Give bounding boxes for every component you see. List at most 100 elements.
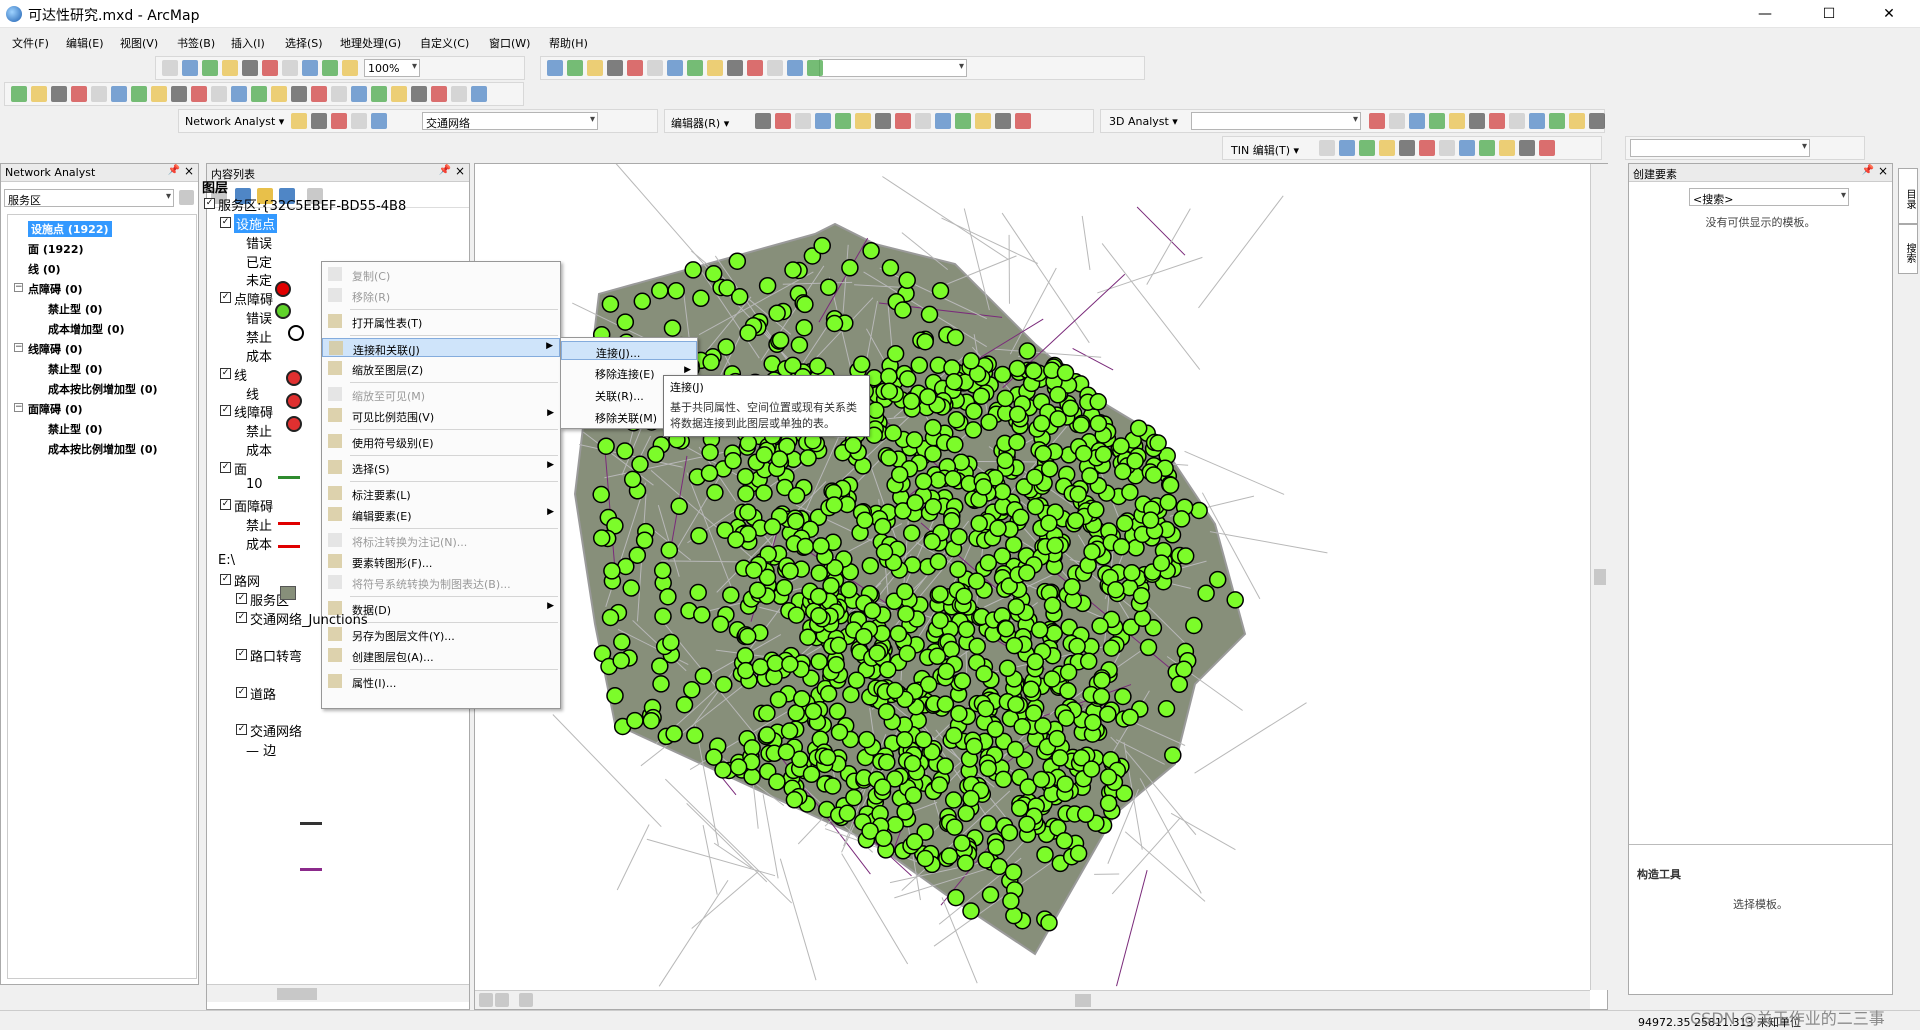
toc-layer-label[interactable]: 禁止	[246, 421, 272, 440]
toolbar-tool-icon[interactable]	[162, 60, 178, 76]
menu-3[interactable]: 书签(B)	[177, 35, 215, 51]
layer-visibility-checkbox[interactable]: ✓	[236, 724, 247, 735]
toc-layer-label[interactable]: 禁止	[246, 515, 272, 534]
layer-visibility-checkbox[interactable]: ✓	[236, 687, 247, 698]
layer-visibility-checkbox[interactable]: ✓	[220, 292, 231, 303]
context-menu-item[interactable]: 创建图层包(A)...	[322, 646, 560, 665]
toolbar-tool-icon[interactable]	[1319, 140, 1335, 156]
3d-layer-combo[interactable]	[1191, 112, 1361, 130]
context-menu-item[interactable]: 编辑要素(E) ▶	[322, 505, 560, 524]
toolbar-tool-icon[interactable]	[202, 60, 218, 76]
toolbar-tool-icon[interactable]	[915, 113, 931, 129]
toc-layer-label[interactable]: 已定	[246, 252, 272, 271]
toolbar-tool-icon[interactable]	[222, 60, 238, 76]
toolbar-tool-icon[interactable]	[1399, 140, 1415, 156]
toolbar-tool-icon[interactable]	[775, 113, 791, 129]
zoom-percent-combo[interactable]: 100%	[364, 59, 420, 77]
toolbar-tool-icon[interactable]	[262, 60, 278, 76]
context-menu-item[interactable]: 连接和关联(J) ▶	[322, 338, 560, 357]
layer-visibility-checkbox[interactable]: ✓	[220, 217, 231, 228]
toc-layer-label[interactable]: 道路	[250, 684, 276, 703]
pin-icon[interactable]: 📌	[1862, 165, 1874, 176]
toolbar-tool-icon[interactable]	[707, 60, 723, 76]
toolbar-tool-icon[interactable]	[151, 86, 167, 102]
toolbar-tool-icon[interactable]	[547, 60, 563, 76]
expander-icon[interactable]: −	[14, 283, 23, 292]
na-properties-icon[interactable]	[179, 190, 194, 205]
map-vscrollbar[interactable]	[1590, 164, 1608, 990]
toolbar-tool-icon[interactable]	[667, 60, 683, 76]
menu-1[interactable]: 编辑(E)	[66, 35, 104, 51]
toc-layer-label[interactable]: 成本	[246, 440, 272, 459]
toc-layer-label[interactable]: 路口转弯	[250, 646, 302, 665]
toolbar-tool-icon[interactable]	[1439, 140, 1455, 156]
na-item[interactable]: 成本按比例增加型 (0)	[48, 441, 158, 457]
context-menu-item[interactable]: 标注要素(L)	[322, 484, 560, 503]
menu-7[interactable]: 自定义(C)	[420, 35, 469, 51]
na-item[interactable]: 成本按比例增加型 (0)	[48, 381, 158, 397]
toc-layer-label[interactable]: 成本	[246, 346, 272, 365]
toolbar-tool-icon[interactable]	[1589, 113, 1605, 129]
toolbar-tool-icon[interactable]	[875, 113, 891, 129]
toolbar-tool-icon[interactable]	[411, 86, 427, 102]
toolbar-tool-icon[interactable]	[1339, 140, 1355, 156]
toolbar-tool-icon[interactable]	[282, 60, 298, 76]
menu-9[interactable]: 帮助(H)	[549, 35, 588, 51]
toolbar-tool-icon[interactable]	[31, 86, 47, 102]
toc-layer-label[interactable]: 图层	[202, 177, 228, 196]
toolbar-tool-icon[interactable]	[371, 86, 387, 102]
close-icon[interactable]: ×	[1878, 164, 1888, 178]
toolbar-tool-icon[interactable]	[311, 113, 327, 129]
context-menu-item[interactable]: 缩放至图层(Z)	[322, 359, 560, 378]
na-item[interactable]: 成本增加型 (0)	[48, 321, 125, 337]
toc-layer-label[interactable]: 错误	[246, 233, 272, 252]
toolbar-tool-icon[interactable]	[1015, 113, 1031, 129]
toc-layer-label[interactable]: 面障碍	[234, 496, 273, 515]
layer-visibility-checkbox[interactable]: ✓	[236, 649, 247, 660]
toc-layer-label[interactable]: 点障碍	[234, 289, 273, 308]
toolbar-tool-icon[interactable]	[727, 60, 743, 76]
toolbar-tool-icon[interactable]	[935, 113, 951, 129]
layer-visibility-checkbox[interactable]: ✓	[220, 405, 231, 416]
toolbar-tool-icon[interactable]	[351, 86, 367, 102]
close-icon[interactable]: ×	[455, 164, 465, 178]
map-hscroll-thumb[interactable]	[1075, 994, 1091, 1007]
toolbar-tool-icon[interactable]	[451, 86, 467, 102]
map-view[interactable]	[474, 153, 1608, 1010]
toolbar-tool-icon[interactable]	[391, 86, 407, 102]
toc-layer-label[interactable]: 未定	[246, 270, 272, 289]
toolbar-tool-icon[interactable]	[1539, 140, 1555, 156]
toolbar-tool-icon[interactable]	[131, 86, 147, 102]
toolbar-tool-icon[interactable]	[322, 60, 338, 76]
toolbar-tool-icon[interactable]	[587, 60, 603, 76]
toolbar-tool-icon[interactable]	[1369, 113, 1385, 129]
layer-visibility-checkbox[interactable]: ✓	[236, 612, 247, 623]
na-item[interactable]: 禁止型 (0)	[48, 301, 103, 317]
toolbar-tool-icon[interactable]	[1429, 113, 1445, 129]
close-icon[interactable]: ×	[184, 164, 194, 178]
network-dataset-combo[interactable]: 交通网络	[422, 112, 598, 130]
toolbar-tool-icon[interactable]	[955, 113, 971, 129]
toolbar-tool-icon[interactable]	[251, 86, 267, 102]
toolbar-tool-icon[interactable]	[1409, 113, 1425, 129]
minimize-button[interactable]: —	[1742, 0, 1788, 28]
toolbar-tool-icon[interactable]	[302, 60, 318, 76]
toolbar-tool-icon[interactable]	[242, 60, 258, 76]
toc-layer-label[interactable]: 线障碍	[234, 402, 273, 421]
toolbar-tool-icon[interactable]	[747, 60, 763, 76]
context-menu-item[interactable]: 使用符号级别(E)	[322, 432, 560, 451]
na-item[interactable]: 面 (1922)	[28, 241, 84, 257]
toolbar-tool-icon[interactable]	[1479, 140, 1495, 156]
toc-layer-label[interactable]: 线	[246, 384, 259, 403]
toolbar-tool-icon[interactable]	[231, 86, 247, 102]
context-menu-item[interactable]: 复制(C)	[322, 265, 560, 284]
toc-layer-label[interactable]: 路网	[234, 571, 260, 590]
3d-analyst-dropdown[interactable]: 3D Analyst ▾	[1109, 115, 1178, 128]
toolbar-tool-icon[interactable]	[331, 86, 347, 102]
toc-scroll-thumb[interactable]	[277, 988, 317, 1000]
toolbar-tool-icon[interactable]	[311, 86, 327, 102]
toolbar-tool-icon[interactable]	[1489, 113, 1505, 129]
toc-layer-label[interactable]: E:\	[218, 553, 235, 568]
refresh-icon[interactable]	[519, 993, 533, 1007]
template-search-combo[interactable]: <搜索>	[1689, 188, 1849, 206]
